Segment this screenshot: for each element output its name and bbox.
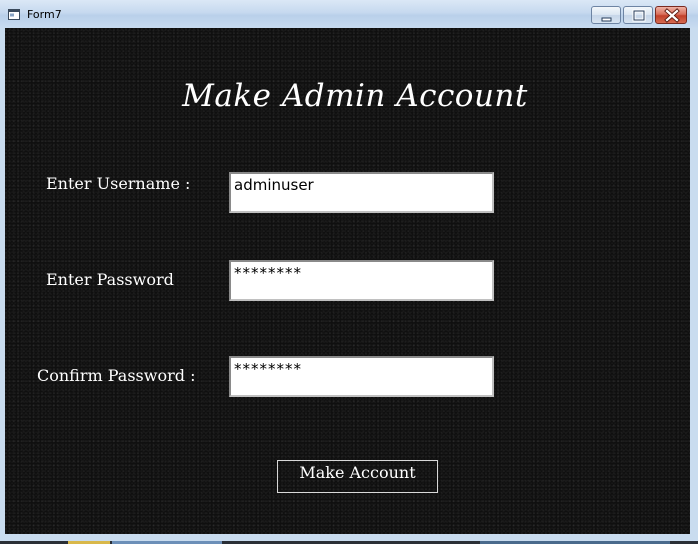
window-title: Form7 bbox=[27, 8, 62, 21]
maximize-button[interactable] bbox=[623, 6, 653, 24]
maximize-icon bbox=[632, 9, 646, 22]
username-field[interactable]: adminuser bbox=[229, 172, 494, 213]
minimize-button[interactable] bbox=[591, 6, 621, 24]
close-button[interactable] bbox=[655, 6, 687, 24]
minimize-icon bbox=[601, 17, 612, 22]
form-client-area: Make Admin Account Enter Username : admi… bbox=[5, 28, 690, 534]
confirm-password-field[interactable]: ******** bbox=[229, 356, 494, 397]
title-bar[interactable]: Form7 bbox=[0, 0, 698, 28]
close-icon bbox=[664, 8, 680, 23]
make-account-button[interactable]: Make Account bbox=[277, 460, 438, 493]
username-label: Enter Username : bbox=[46, 174, 191, 193]
password-label: Enter Password bbox=[46, 270, 174, 289]
page-title: Make Admin Account bbox=[182, 78, 528, 114]
app-icon bbox=[8, 9, 20, 20]
confirm-password-label: Confirm Password : bbox=[37, 366, 196, 385]
app-window: Form7 Make Admin Account Enter Username … bbox=[0, 0, 698, 544]
password-field[interactable]: ******** bbox=[229, 260, 494, 301]
